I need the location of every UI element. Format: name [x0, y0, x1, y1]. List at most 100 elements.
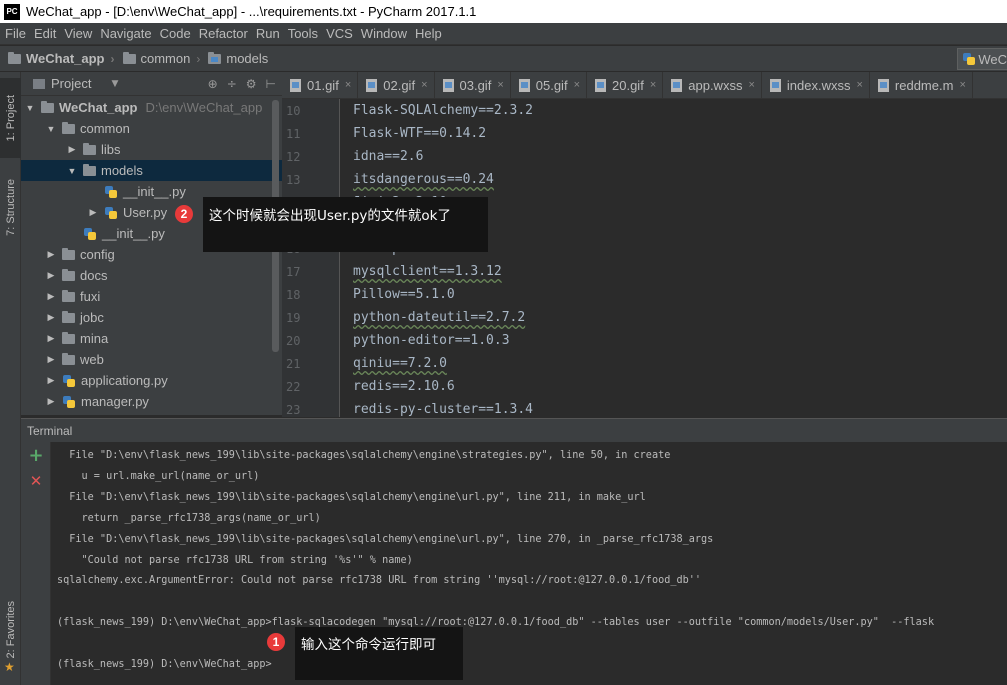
tree-item-label: manager.py	[81, 394, 149, 409]
terminal-line: (flask_news_199) D:\env\WeChat_app>	[57, 659, 272, 670]
editor-tab[interactable]: 02.gif ×	[358, 72, 435, 98]
expand-right-icon[interactable]: ▶	[46, 333, 56, 344]
tree-item[interactable]: ▶ libs	[21, 139, 282, 160]
menu-navigate[interactable]: Navigate	[95, 26, 154, 41]
tree-item[interactable]: ▼ WeChat_app D:\env\WeChat_app	[21, 97, 282, 118]
menu-run[interactable]: Run	[251, 26, 283, 41]
tree-item[interactable]: ▶ docs	[21, 265, 282, 286]
editor-tab-label: 03.gif	[459, 77, 492, 93]
breadcrumb-common[interactable]: common ›	[122, 51, 200, 66]
line-number: 21	[286, 356, 301, 371]
python-file-icon	[62, 395, 76, 409]
menu-vcs[interactable]: VCS	[321, 26, 356, 41]
line-number: 18	[286, 287, 301, 302]
terminal-header: Terminal	[21, 418, 1007, 442]
expand-down-icon[interactable]: ▼	[67, 166, 77, 176]
tree-item[interactable]: ▶ manager.py	[21, 391, 282, 412]
breadcrumb-project[interactable]: WeChat_app ›	[8, 51, 115, 66]
tree-item[interactable]: ▼ models	[21, 160, 282, 181]
expand-right-icon[interactable]: ▶	[46, 396, 56, 407]
close-icon[interactable]: ×	[421, 79, 427, 91]
editor-tab-label: 20.gif	[612, 77, 644, 93]
code-editor[interactable]: 10 Flask-SQLAlchemy==2.3.2 11 Flask-WTF==0.…	[282, 99, 1007, 417]
editor-tab[interactable]: 05.gif ×	[511, 72, 587, 98]
code-text: itsdangerous==0.24	[353, 172, 494, 187]
editor-tab[interactable]: app.wxss ×	[663, 72, 762, 98]
dropdown-arrow-icon[interactable]: ▼	[111, 79, 118, 89]
terminal-line: File "D:\env\flask_news_199\lib\site-pac…	[57, 491, 646, 503]
expand-right-icon[interactable]: ▶	[67, 144, 77, 155]
expand-right-icon[interactable]: ▶	[46, 249, 56, 260]
tree-item[interactable]: ▼ common	[21, 118, 282, 139]
run-config-selector[interactable]: WeC	[957, 48, 1007, 70]
expand-down-icon[interactable]: ▼	[25, 103, 35, 113]
expand-right-icon[interactable]: ▶	[88, 207, 98, 218]
python-file-icon	[83, 227, 97, 241]
folder-icon	[62, 289, 75, 302]
menu-window[interactable]: Window	[356, 26, 410, 41]
file-icon	[518, 78, 530, 92]
tree-item[interactable]: ▶ applicationg.py	[21, 370, 282, 391]
close-icon[interactable]: ×	[574, 79, 580, 91]
tree-item[interactable]: ▶ fuxi	[21, 286, 282, 307]
tree-item[interactable]: ▶ mina	[21, 328, 282, 349]
project-panel-title[interactable]: Project	[51, 76, 91, 91]
terminal-line: File "D:\env\flask_news_199\lib\site-pac…	[57, 533, 714, 545]
terminal-title[interactable]: Terminal	[27, 424, 72, 438]
tool-tab-project[interactable]: 1: Project	[0, 78, 21, 158]
line-number: 22	[286, 379, 301, 394]
expand-right-icon[interactable]: ▶	[46, 354, 56, 365]
tree-item[interactable]: ▶ jobc	[21, 307, 282, 328]
tree-item-label: common	[80, 121, 130, 136]
menu-edit[interactable]: Edit	[29, 26, 59, 41]
expand-right-icon[interactable]: ▶	[46, 291, 56, 302]
close-session-icon[interactable]: ✕	[28, 473, 44, 489]
collapse-all-icon[interactable]: ÷	[227, 77, 237, 91]
editor-tab-label: index.wxss	[786, 77, 851, 93]
python-file-icon	[104, 206, 118, 220]
menu-code[interactable]: Code	[155, 26, 194, 41]
hide-panel-icon[interactable]: ⊢	[266, 77, 276, 91]
project-panel-tools: ⊕ ÷ ⚙ ⊢	[208, 77, 276, 91]
expand-right-icon[interactable]: ▶	[46, 270, 56, 281]
new-session-plus-icon[interactable]: +	[28, 447, 44, 465]
terminal-line: (flask_news_199) D:\env\WeChat_app>flask…	[57, 617, 935, 629]
close-icon[interactable]: ×	[748, 79, 754, 91]
tool-tab-favorites[interactable]: 2: Favorites	[0, 590, 21, 670]
close-icon[interactable]: ×	[345, 79, 351, 91]
expand-down-icon[interactable]: ▼	[46, 124, 56, 134]
menu-tools[interactable]: Tools	[283, 26, 321, 41]
close-icon[interactable]: ×	[959, 79, 965, 91]
tree-item-label: User.py	[123, 205, 168, 220]
code-text: redis==2.10.6	[353, 379, 455, 394]
code-line: 22 redis==2.10.6	[282, 375, 1007, 398]
editor-tab[interactable]: reddme.m ×	[870, 72, 973, 98]
menu-view[interactable]: View	[59, 26, 95, 41]
close-icon[interactable]: ×	[497, 79, 503, 91]
scroll-from-source-icon[interactable]: ⊕	[208, 77, 218, 91]
terminal-output[interactable]: File "D:\env\flask_news_199\lib\site-pac…	[51, 442, 1007, 685]
expand-right-icon[interactable]: ▶	[46, 312, 56, 323]
settings-gear-icon[interactable]: ⚙	[246, 77, 257, 91]
menu-refactor[interactable]: Refactor	[194, 26, 251, 41]
close-icon[interactable]: ×	[856, 79, 862, 91]
tree-item-label: web	[80, 352, 104, 367]
breadcrumb-models[interactable]: models	[208, 51, 268, 66]
code-text: Flask-WTF==0.14.2	[353, 126, 487, 141]
menu-file[interactable]: File	[0, 26, 29, 41]
file-icon	[442, 78, 454, 92]
close-icon[interactable]: ×	[650, 79, 656, 91]
folder-icon	[62, 268, 75, 281]
folder-icon	[62, 121, 75, 134]
editor-tab[interactable]: index.wxss ×	[762, 72, 870, 98]
terminal-line: "Could not parse rfc1738 URL from string…	[57, 554, 413, 566]
tree-item[interactable]: ▶ web	[21, 349, 282, 370]
editor-tab[interactable]: 20.gif ×	[587, 72, 664, 98]
menu-help[interactable]: Help	[410, 26, 445, 41]
expand-right-icon[interactable]: ▶	[46, 375, 56, 386]
line-number: 11	[286, 126, 301, 141]
tool-tab-structure[interactable]: 7: Structure	[0, 166, 21, 248]
code-line: 21 qiniu==7.2.0	[282, 352, 1007, 375]
editor-tab[interactable]: 03.gif ×	[435, 72, 511, 98]
editor-tab[interactable]: 01.gif ×	[282, 72, 359, 98]
